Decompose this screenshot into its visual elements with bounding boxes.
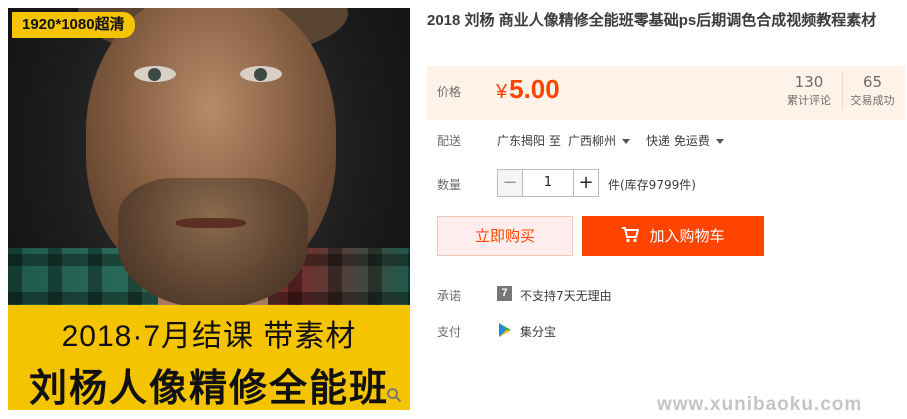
add-to-cart-button[interactable]: 加入购物车 [582,216,764,256]
promise-label: 承诺 [437,289,462,303]
seven-day-icon: 7 [497,286,512,301]
reviews-count: 130 [794,73,824,91]
quantity-stepper: − 1 + [497,169,599,197]
payment-label: 支付 [437,325,462,339]
price-label: 价格 [437,85,462,99]
stock-info: 件(库存9799件) [608,178,696,192]
banner-line-2: 刘杨人像精修全能班 [28,368,389,410]
price-value: ¥5.00 [496,74,560,105]
chevron-down-icon [622,139,631,144]
shipping-label: 配送 [437,134,462,148]
shipping-method: 快递 免运费 [646,134,710,148]
sales-count: 65 [862,73,883,91]
shipping-method-select[interactable]: 快递 免运费 [646,132,724,149]
quantity-increase-button[interactable]: + [573,169,599,197]
watermark: www.xunibaoku.com [657,394,863,415]
price-box: 价格 ¥5.00 130 累计评论 65 交易成功 [427,66,905,120]
banner-line-1: 2018·7月结课 带素材 [61,320,357,353]
sales-label: 交易成功 [850,94,895,107]
sales-stat: 65 交易成功 [842,72,902,110]
quantity-label: 数量 [437,178,462,192]
cart-icon [622,227,640,243]
product-page: 1920*1080超清 2018·7月结课 带素材 刘杨人像精修全能班 2018… [0,0,907,419]
shipping-from: 广东揭阳 至 [497,134,561,148]
shipping-destination-select[interactable]: 广西柳州 [568,132,631,149]
currency-symbol: ¥ [496,81,508,103]
chevron-down-icon [715,139,724,144]
payment-text: 集分宝 [520,325,557,339]
shipping-destination: 广西柳州 [568,134,617,148]
reviews-stat[interactable]: 130 累计评论 [779,72,839,110]
image-banner: 2018·7月结课 带素材 刘杨人像精修全能班 [8,305,410,410]
add-to-cart-label: 加入购物车 [649,227,725,245]
reviews-label: 累计评论 [787,94,831,107]
buy-now-button[interactable]: 立即购买 [437,216,573,256]
product-title: 2018 刘杨 商业人像精修全能班零基础ps后期调色合成视频教程素材 [427,12,877,29]
price-amount: 5.00 [509,74,560,104]
jifenbao-icon [499,323,511,337]
quantity-input[interactable]: 1 [523,169,573,197]
zoom-icon[interactable] [386,387,402,403]
promise-text[interactable]: 不支持7天无理由 [520,287,612,304]
resolution-badge: 1920*1080超清 [12,12,135,38]
quantity-decrease-button[interactable]: − [497,169,523,197]
